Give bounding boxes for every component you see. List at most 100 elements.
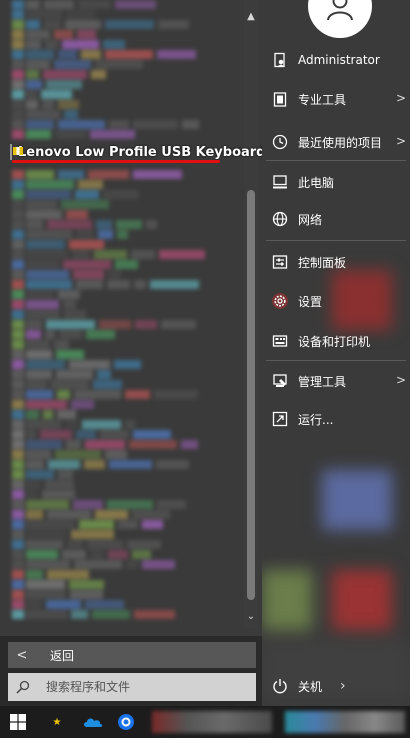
blurred-program-text — [116, 220, 142, 229]
menu-item-recent[interactable]: 最近使用的项目 > — [262, 128, 410, 156]
menu-label: 控制面板 — [298, 255, 347, 270]
blurred-program-text — [43, 410, 53, 419]
menu-item-administrator[interactable]: Administrator — [262, 46, 410, 74]
menu-item-this-pc[interactable]: 此电脑 — [262, 168, 410, 196]
menu-item-control-panel[interactable]: 控制面板 — [262, 248, 410, 276]
blurred-program-text — [70, 590, 103, 599]
blurred-program-text — [71, 400, 94, 409]
blurred-program-text — [57, 410, 76, 419]
blurred-program-text — [94, 250, 127, 259]
blurred-program-icon — [12, 540, 24, 549]
menu-item-network[interactable]: 网络 — [262, 205, 410, 233]
windows-start-button[interactable] — [0, 706, 36, 738]
scroll-down-icon[interactable]: ⌄ — [244, 610, 258, 624]
blurred-program-text — [47, 220, 92, 229]
scroll-thumb[interactable] — [247, 190, 255, 600]
blurred-program-icon — [12, 340, 24, 349]
scroll-up-icon[interactable]: ▲ — [244, 10, 258, 24]
blurred-program-text — [46, 600, 81, 609]
blurred-program-icon — [12, 250, 24, 259]
blurred-program-text — [26, 30, 50, 39]
blurred-program-text — [67, 540, 83, 549]
blurred-program-text — [93, 380, 122, 389]
blurred-program-text — [26, 120, 54, 129]
blurred-program-text — [154, 390, 198, 399]
blurred-program-icon — [12, 120, 24, 129]
blurred-program-text — [45, 480, 74, 489]
blurred-program-text — [108, 270, 121, 279]
blurred-program-text — [115, 0, 156, 9]
menu-item-run[interactable]: 运行... — [262, 405, 410, 433]
blurred-program-text — [105, 20, 154, 29]
search-input[interactable] — [46, 680, 246, 694]
blurred-program-text — [26, 50, 54, 59]
blurred-program-text — [26, 390, 53, 399]
blurred-program-text — [58, 170, 84, 179]
blurred-program-text — [54, 30, 73, 39]
program-list-scrollbar[interactable]: ▲ ⌄ — [244, 0, 258, 628]
shutdown-options-arrow[interactable]: › — [340, 678, 346, 694]
blurred-program-text — [75, 190, 99, 199]
blurred-program-text — [72, 250, 90, 259]
blurred-program-text — [26, 610, 67, 619]
control-panel-icon — [262, 254, 298, 270]
blurred-program-text — [26, 400, 67, 409]
blurred-program-text — [95, 60, 143, 69]
menu-label: Administrator — [298, 53, 380, 67]
blurred-program-icon — [12, 520, 24, 529]
blurred-program-text — [84, 460, 105, 469]
blurred-program-text — [117, 230, 128, 239]
menu-item-pro-tools[interactable]: 专业工具 > — [262, 85, 410, 113]
blurred-program-text — [97, 370, 111, 379]
blurred-program-icon — [12, 290, 24, 299]
blurred-program-text — [109, 460, 152, 469]
blurred-program-text — [76, 230, 94, 239]
blurred-program-text — [40, 430, 72, 439]
blurred-program-text — [79, 520, 114, 529]
blurred-program-text — [45, 40, 58, 49]
menu-item-admin-tools[interactable]: 管理工具 > — [262, 367, 410, 395]
blurred-program-text — [105, 450, 127, 459]
blurred-program-text — [26, 540, 63, 549]
blurred-program-text — [26, 450, 51, 459]
start-menu-right-pane: Administrator 专业工具 > 最近使用的项目 > 此电脑 网络 控制… — [262, 0, 410, 706]
blurred-program-icon — [12, 350, 24, 359]
menu-item-settings[interactable]: 设置 — [262, 287, 410, 315]
taskbar-notes-button[interactable]: ★ — [36, 706, 78, 738]
blurred-program-text — [26, 560, 70, 569]
blurred-program-text — [181, 440, 198, 449]
taskbar-window-thumbnail-1[interactable] — [150, 706, 274, 738]
divider — [266, 240, 406, 241]
blurred-program-icon — [12, 490, 24, 499]
blurred-program-text — [62, 550, 86, 559]
blurred-program-text — [26, 20, 40, 29]
menu-label: 运行... — [298, 412, 334, 427]
blurred-program-icon — [12, 170, 24, 179]
blurred-program-icon — [12, 380, 24, 389]
blurred-program-text — [26, 130, 51, 139]
menu-label: 最近使用的项目 — [298, 135, 383, 150]
blurred-program-text — [90, 130, 135, 139]
blurred-program-text — [26, 550, 58, 559]
taskbar-onedrive-button[interactable] — [78, 706, 108, 738]
blurred-program-icon — [12, 230, 24, 239]
blurred-program-icon — [12, 90, 24, 99]
blurred-program-text — [26, 280, 72, 289]
shutdown-button[interactable]: 关机 › — [262, 672, 410, 700]
menu-item-devices-printers[interactable]: 设备和打印机 — [262, 327, 410, 355]
blurred-program-text — [26, 420, 61, 429]
taskbar-browser-button[interactable] — [108, 706, 144, 738]
blurred-program-text — [65, 420, 78, 429]
taskbar-window-thumbnail-2[interactable] — [282, 706, 408, 738]
blurred-program-icon — [12, 60, 24, 69]
star-icon: ★ — [52, 716, 62, 728]
program-item-lenovo-keyboard[interactable]: Lenovo Low Profile USB Keyboard — [10, 142, 262, 162]
blurred-program-text — [133, 430, 171, 439]
blurred-program-text — [76, 430, 96, 439]
blurred-program-text — [109, 120, 129, 129]
blurred-program-text — [26, 80, 42, 89]
search-box[interactable] — [8, 673, 256, 701]
blurred-program-text — [26, 410, 39, 419]
back-button[interactable]: < 返回 — [8, 642, 256, 668]
blurred-program-text — [62, 40, 99, 49]
